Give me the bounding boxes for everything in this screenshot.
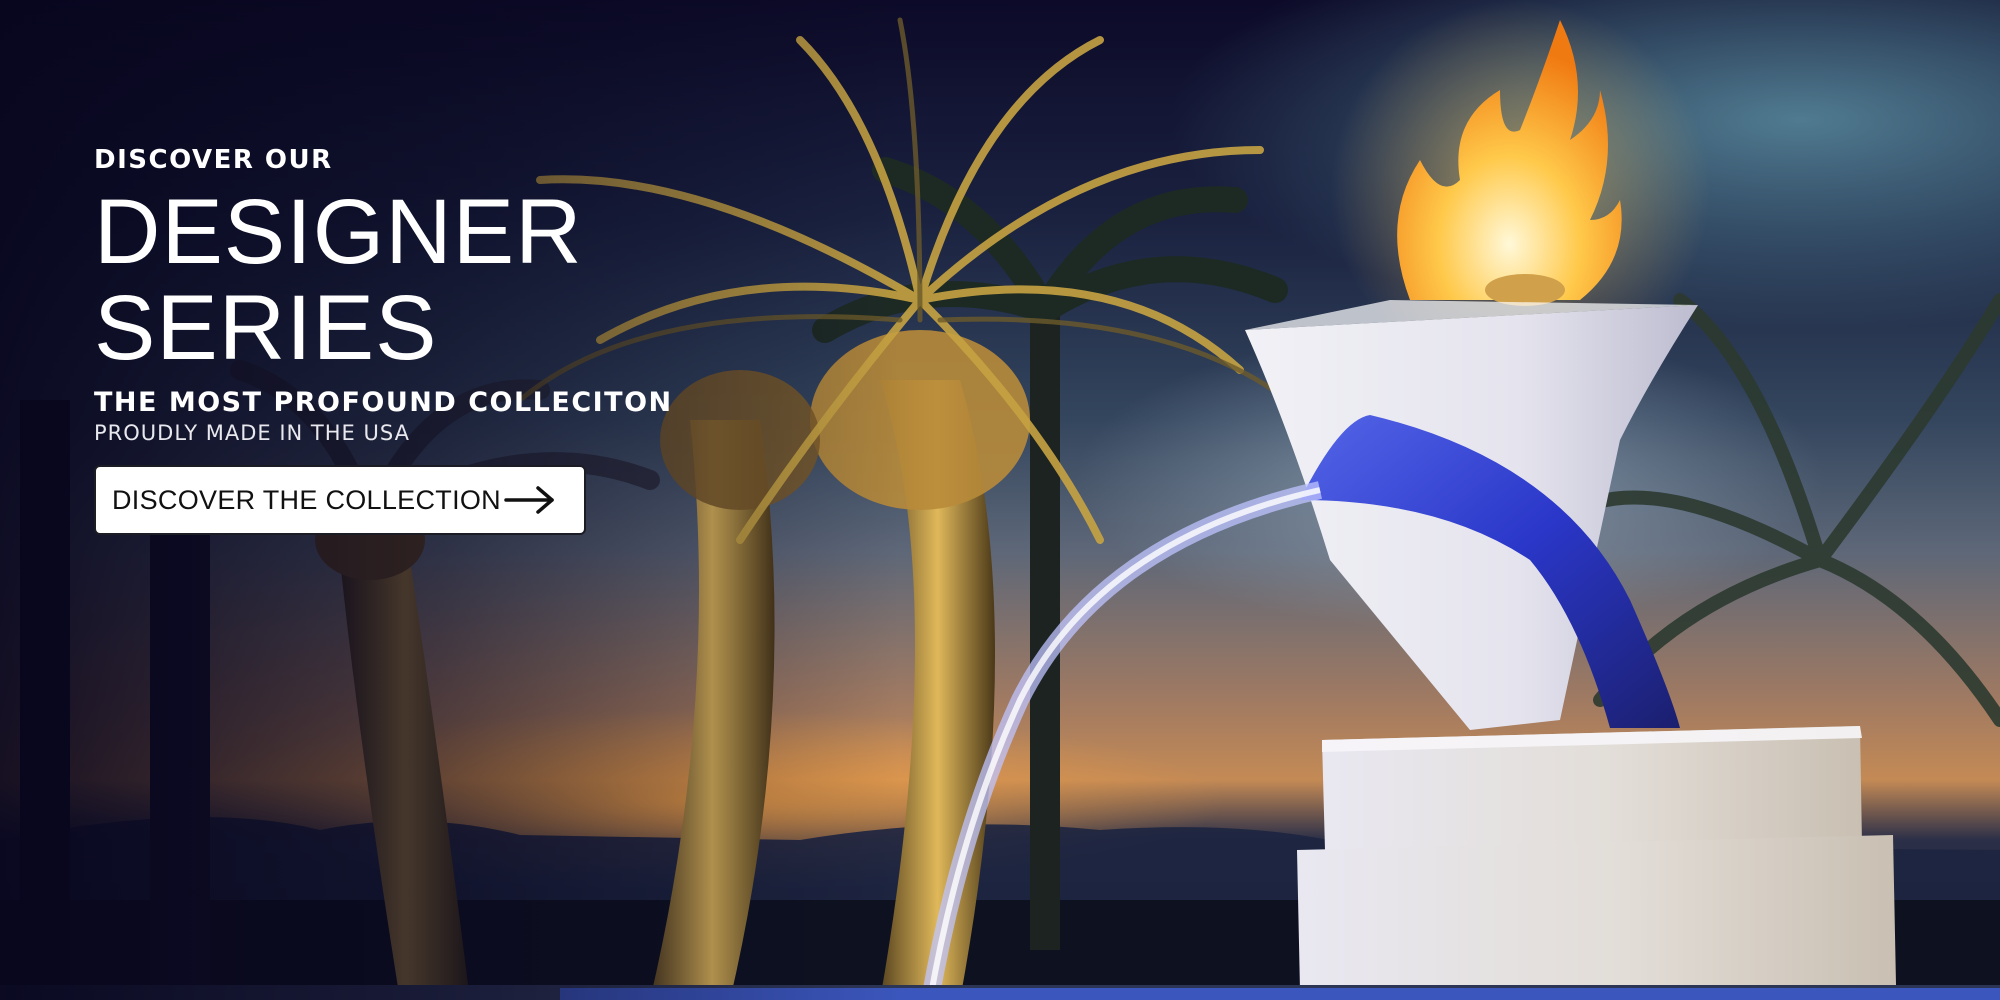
discover-collection-button[interactable]: DISCOVER THE COLLECTION bbox=[94, 465, 586, 535]
hero-tagline: THE MOST PROFOUND COLLECITON bbox=[94, 387, 673, 418]
hero-banner: DISCOVER OUR DESIGNER SERIES THE MOST PR… bbox=[0, 0, 2000, 1000]
hero-headline-line-1: DESIGNER bbox=[94, 181, 583, 283]
discover-collection-label: DISCOVER THE COLLECTION bbox=[112, 484, 501, 515]
hero-subline: PROUDLY MADE IN THE USA bbox=[94, 421, 410, 445]
hero-headline-line-2: SERIES bbox=[94, 277, 438, 379]
hero-headline: DESIGNER SERIES bbox=[94, 184, 673, 376]
hero-copy: DISCOVER OUR DESIGNER SERIES THE MOST PR… bbox=[94, 142, 673, 446]
arrow-right-icon bbox=[504, 486, 554, 514]
hero-eyebrow: DISCOVER OUR bbox=[94, 145, 333, 175]
